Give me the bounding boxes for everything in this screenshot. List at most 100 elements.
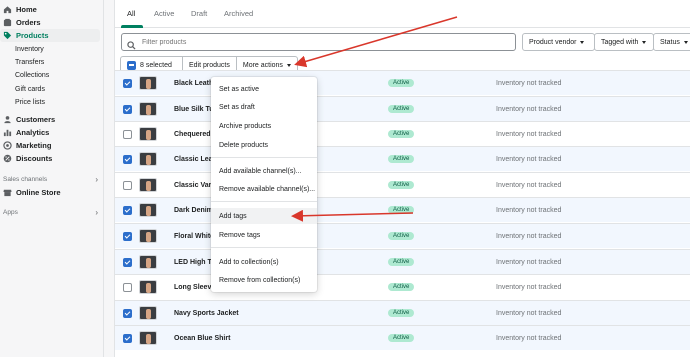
status-badge: Active — [388, 105, 415, 113]
status-badge: Active — [388, 334, 415, 342]
sidebar-item-gift-cards[interactable]: Gift cards — [0, 83, 100, 96]
selected-count: 8 selected — [140, 61, 172, 69]
chevron-right-icon: › — [95, 175, 98, 184]
sidebar-item-analytics[interactable]: Analytics — [0, 126, 100, 139]
status-filter[interactable]: Status — [653, 33, 690, 51]
tab-draft[interactable]: Draft — [191, 9, 207, 18]
search-field[interactable] — [121, 33, 516, 51]
chevron-right-icon: › — [95, 208, 98, 217]
inventory-status: Inventory not tracked — [496, 155, 562, 163]
product-name[interactable]: Long Sleeve — [174, 284, 215, 291]
product-thumbnail — [139, 280, 157, 294]
menu-archive-products[interactable]: Archive products — [211, 118, 317, 134]
inventory-status: Inventory not tracked — [496, 105, 562, 113]
sidebar-item-discounts[interactable]: Discounts — [0, 152, 100, 165]
row-checkbox[interactable] — [123, 231, 132, 241]
menu-set-active[interactable]: Set as active — [211, 81, 317, 97]
discount-icon — [2, 154, 12, 164]
products-card: All Active Draft Archived Product vendor… — [114, 0, 690, 357]
product-thumbnail — [139, 178, 157, 192]
menu-set-draft[interactable]: Set as draft — [211, 99, 317, 115]
sidebar-item-products[interactable]: Products — [0, 29, 100, 42]
tab-all[interactable]: All — [127, 9, 135, 18]
status-badge: Active — [388, 155, 415, 163]
menu-remove-channels[interactable]: Remove available channel(s)... — [211, 181, 317, 197]
sidebar-item-collections[interactable]: Collections — [0, 69, 100, 82]
table-row[interactable]: Classic Leat Active Inventory not tracked — [115, 146, 690, 171]
store-icon — [2, 188, 12, 198]
product-thumbnail — [139, 255, 157, 269]
tag-icon — [2, 31, 12, 41]
tab-bar: All Active Draft Archived — [115, 0, 690, 28]
table-row[interactable]: Blue Silk Tux Active Inventory not tracked — [115, 96, 690, 121]
menu-divider — [211, 201, 317, 202]
row-checkbox[interactable] — [123, 205, 132, 215]
row-checkbox[interactable] — [123, 257, 132, 267]
table-row[interactable]: Long Sleeve Active Inventory not tracked — [115, 274, 690, 299]
tab-active[interactable]: Active — [154, 9, 174, 18]
table-row[interactable]: Navy Sports Jacket Active Inventory not tr… — [115, 300, 690, 325]
product-name[interactable]: Classic Leat — [174, 156, 215, 163]
orders-icon — [2, 18, 12, 28]
sidebar-item-inventory[interactable]: Inventory — [0, 43, 100, 56]
table-row[interactable]: Classic Varsi Active Inventory not tracked — [115, 172, 690, 197]
product-thumbnail — [139, 203, 157, 217]
row-checkbox[interactable] — [123, 78, 132, 88]
row-checkbox[interactable] — [123, 129, 132, 139]
sidebar-item-marketing[interactable]: Marketing — [0, 139, 100, 152]
row-checkbox[interactable] — [123, 180, 132, 190]
sidebar-item-orders[interactable]: Orders — [0, 16, 100, 29]
status-badge: Active — [388, 130, 415, 138]
row-checkbox[interactable] — [123, 104, 132, 114]
product-name[interactable]: Floral White — [174, 233, 214, 240]
menu-remove-collections[interactable]: Remove from collection(s) — [211, 272, 317, 288]
row-checkbox[interactable] — [123, 308, 132, 318]
product-name[interactable]: Ocean Blue Shirt — [174, 335, 230, 342]
table-row[interactable]: LED High Top Active Inventory not tracked — [115, 249, 690, 274]
table-row[interactable]: Ocean Blue Shirt Active Inventory not trac… — [115, 325, 690, 350]
status-badge: Active — [388, 181, 415, 189]
more-actions-menu: Set as active Set as draft Archive produ… — [211, 77, 317, 292]
status-badge: Active — [388, 283, 415, 291]
tagged-with-filter[interactable]: Tagged with — [594, 33, 654, 51]
status-badge: Active — [388, 232, 415, 240]
product-vendor-filter[interactable]: Product vendor — [522, 33, 595, 51]
product-thumbnail — [139, 229, 157, 243]
inventory-status: Inventory not tracked — [496, 130, 562, 138]
sidebar-item-transfers[interactable]: Transfers — [0, 56, 100, 69]
table-row[interactable]: Black Leathe Active Inventory not tracked — [115, 70, 690, 95]
tab-archived[interactable]: Archived — [224, 9, 253, 18]
inventory-status: Inventory not tracked — [496, 206, 562, 214]
row-checkbox[interactable] — [123, 282, 132, 292]
menu-delete-products[interactable]: Delete products — [211, 137, 317, 153]
home-icon — [2, 5, 12, 15]
person-icon — [2, 115, 12, 125]
inventory-status: Inventory not tracked — [496, 258, 562, 266]
menu-remove-tags[interactable]: Remove tags — [211, 227, 317, 243]
table-row[interactable]: Chequered R Active Inventory not tracked — [115, 121, 690, 146]
caret-down-icon — [642, 40, 647, 44]
sales-channels-header[interactable]: Sales channels › — [3, 175, 98, 184]
table-row[interactable]: Dark Denim T Active Inventory not tracked — [115, 197, 690, 222]
menu-add-channels[interactable]: Add available channel(s)... — [211, 163, 317, 179]
sidebar-item-price-lists[interactable]: Price lists — [0, 96, 100, 109]
table-row[interactable]: Floral White Active Inventory not tracked — [115, 223, 690, 248]
inventory-status: Inventory not tracked — [496, 181, 562, 189]
search-input[interactable] — [142, 38, 442, 46]
row-checkbox[interactable] — [123, 333, 132, 343]
menu-divider — [211, 157, 317, 158]
menu-add-collections[interactable]: Add to collection(s) — [211, 254, 317, 270]
menu-add-tags[interactable]: Add tags — [211, 208, 317, 224]
inventory-status: Inventory not tracked — [496, 232, 562, 240]
caret-down-icon — [580, 40, 585, 44]
apps-header[interactable]: Apps › — [3, 208, 98, 217]
inventory-status: Inventory not tracked — [496, 334, 562, 342]
sidebar-item-home[interactable]: Home — [0, 3, 100, 16]
sidebar-item-online-store[interactable]: Online Store — [0, 186, 100, 199]
select-all-checkbox[interactable] — [127, 60, 136, 70]
row-checkbox[interactable] — [123, 154, 132, 164]
product-name[interactable]: Navy Sports Jacket — [174, 310, 239, 317]
sidebar-item-customers[interactable]: Customers — [0, 113, 100, 126]
menu-divider — [211, 247, 317, 248]
target-icon — [2, 141, 12, 151]
